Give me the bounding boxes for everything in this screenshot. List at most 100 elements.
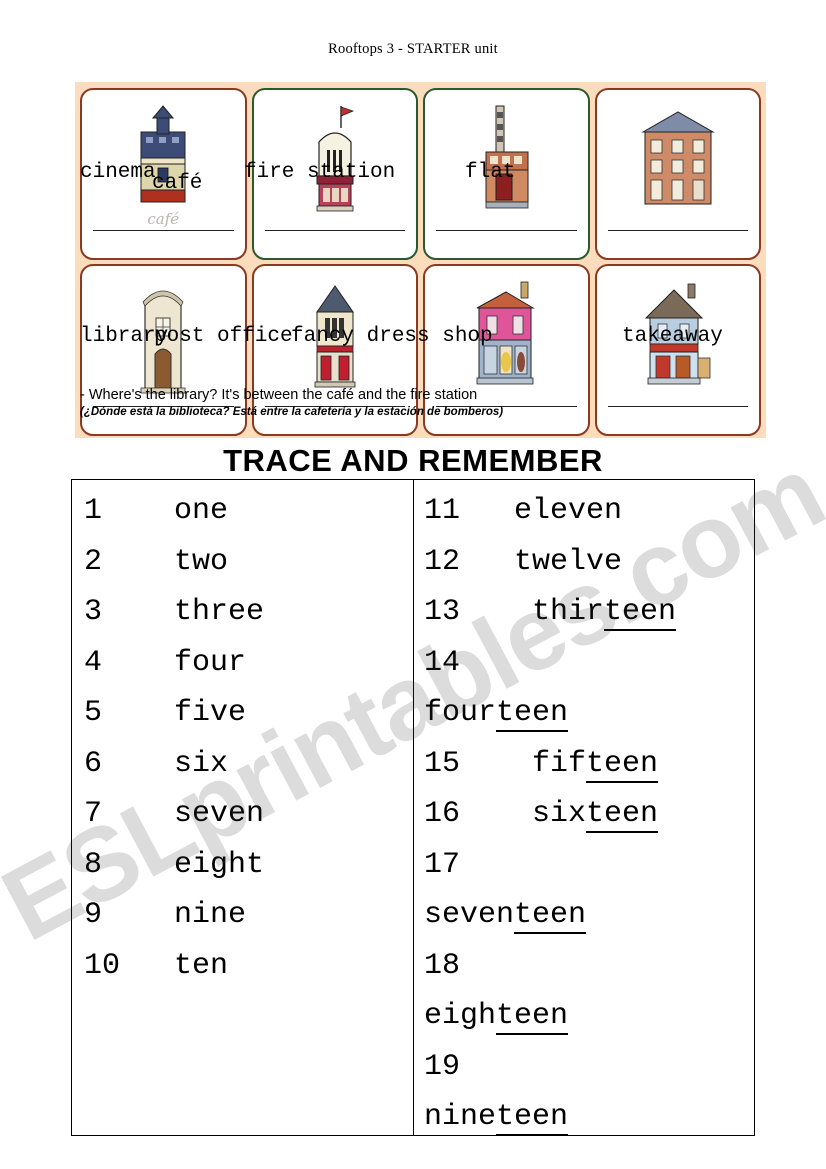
number-index: 19 xyxy=(424,1049,461,1084)
numbers-column-right: 11 eleven 12 twelve 13 thirteen 14 fourteen 1… xyxy=(413,480,754,1136)
number-row[interactable]: 14 fourteen xyxy=(424,638,746,739)
number-word: fourteen xyxy=(424,696,569,732)
number-word-stem: twelve xyxy=(514,544,623,579)
number-word-suffix-underlined: teen xyxy=(496,1100,569,1136)
number-word-stem: six xyxy=(532,797,587,831)
number-index: 17 xyxy=(424,847,461,882)
number-word: one xyxy=(174,494,229,528)
number-word: sixteen xyxy=(532,797,659,833)
number-index: 5 xyxy=(84,696,103,730)
number-index: 14 xyxy=(424,645,461,680)
page-header: Rooftops 3 - STARTER unit xyxy=(328,41,498,57)
numbers-column-left: 1 one 2 two 3 three 4 four 5 five 6 six 7 seve… xyxy=(72,480,413,1135)
number-row[interactable]: 16 sixteen xyxy=(424,789,746,840)
number-word: four xyxy=(174,645,247,680)
number-word: eight xyxy=(174,847,265,882)
picture-card-takeaway[interactable] xyxy=(594,264,761,436)
number-index: 13 xyxy=(424,595,461,629)
number-word-stem: eleven xyxy=(514,494,623,528)
number-row[interactable]: 4 four xyxy=(84,638,405,689)
number-word: seven xyxy=(174,797,265,831)
number-word: two xyxy=(174,544,229,579)
number-word-suffix-underlined: teen xyxy=(514,898,587,934)
writing-line[interactable] xyxy=(264,230,405,231)
example-sentence-spanish: (¿Dónde está la biblioteca? Está entre l… xyxy=(80,406,504,418)
writing-line[interactable] xyxy=(93,230,234,231)
number-word: fifteen xyxy=(532,746,659,783)
takeaway-building-icon xyxy=(597,278,760,398)
post-office-building-icon xyxy=(254,278,417,398)
picture-card-flat[interactable] xyxy=(594,88,761,260)
number-row[interactable]: 12 twelve xyxy=(424,537,746,588)
picture-card-cinema[interactable]: café xyxy=(80,88,247,260)
number-spacer xyxy=(102,797,174,831)
number-index: 4 xyxy=(84,645,103,680)
writing-line[interactable] xyxy=(436,230,577,231)
cinema-building-icon xyxy=(82,102,245,222)
number-row[interactable]: 15 fifteen xyxy=(424,739,746,790)
number-spacer xyxy=(102,848,174,882)
number-word-stem: nine xyxy=(424,1100,497,1134)
number-word: nineteen xyxy=(424,1100,569,1136)
number-word: eleven xyxy=(514,494,622,528)
number-word-suffix-underlined: teen xyxy=(496,696,569,732)
picture-cards-panel: café xyxy=(75,82,766,438)
number-index: 16 xyxy=(424,797,461,831)
number-word: twelve xyxy=(514,545,622,579)
number-index: 18 xyxy=(424,948,461,983)
number-index: 2 xyxy=(84,544,103,579)
number-index: 9 xyxy=(84,898,103,932)
number-row[interactable]: 3 three xyxy=(84,587,405,638)
section-title-trace-and-remember: TRACE AND REMEMBER xyxy=(223,443,603,478)
number-word-stem: seven xyxy=(424,898,515,932)
number-word-suffix-underlined: teen xyxy=(586,797,659,833)
number-spacer xyxy=(102,494,174,528)
number-row[interactable]: 5 five xyxy=(84,688,405,739)
number-word: eighteen xyxy=(424,999,569,1035)
number-word-stem: eigh xyxy=(424,999,497,1033)
number-index: 3 xyxy=(84,595,103,629)
number-row[interactable]: 6 six xyxy=(84,739,405,790)
number-row[interactable]: 11 eleven xyxy=(424,486,746,537)
number-spacer xyxy=(102,898,174,932)
number-word: three xyxy=(174,595,265,629)
number-word: thirteen xyxy=(532,595,677,631)
number-spacer xyxy=(102,646,174,680)
picture-card-fire-station[interactable] xyxy=(423,88,590,260)
number-spacer xyxy=(460,545,514,579)
writing-line[interactable] xyxy=(607,406,748,407)
number-index: 6 xyxy=(84,746,103,781)
number-row[interactable]: 2 two xyxy=(84,537,405,588)
cursive-trace-hint: café xyxy=(147,210,180,228)
writing-line[interactable] xyxy=(607,230,748,231)
number-index: 12 xyxy=(424,544,461,579)
number-row[interactable]: 8 eight xyxy=(84,840,405,891)
number-row[interactable]: 18 eighteen xyxy=(424,941,746,1042)
cafe-building-icon xyxy=(254,102,417,222)
picture-cards-row: café xyxy=(80,88,761,260)
number-row[interactable]: 17 seventeen xyxy=(424,840,746,941)
number-word: six xyxy=(174,746,229,781)
number-index: 15 xyxy=(424,746,461,781)
number-spacer xyxy=(102,747,174,781)
number-spacer xyxy=(102,545,174,579)
number-word: nine xyxy=(174,898,247,932)
number-word: seventeen xyxy=(424,898,587,934)
example-sentence-english: - Where's the library? It's between the … xyxy=(80,387,478,403)
picture-card-cafe[interactable] xyxy=(251,88,418,260)
number-spacer xyxy=(120,949,174,983)
number-row[interactable]: 9 nine xyxy=(84,890,405,941)
number-word: ten xyxy=(174,948,229,983)
number-row[interactable]: 7 seven xyxy=(84,789,405,840)
flat-building-icon xyxy=(597,102,760,222)
number-word-stem: fif xyxy=(532,746,587,781)
number-row[interactable]: 1 one xyxy=(84,486,405,537)
number-spacer xyxy=(460,747,532,781)
number-index: 1 xyxy=(84,494,103,528)
number-row[interactable]: 13 thirteen xyxy=(424,587,746,638)
number-row[interactable]: 19 nineteen xyxy=(424,1042,746,1143)
number-row[interactable]: 10 ten xyxy=(84,941,405,992)
number-index: 10 xyxy=(84,948,121,983)
number-index: 8 xyxy=(84,847,103,882)
number-spacer xyxy=(102,696,174,730)
